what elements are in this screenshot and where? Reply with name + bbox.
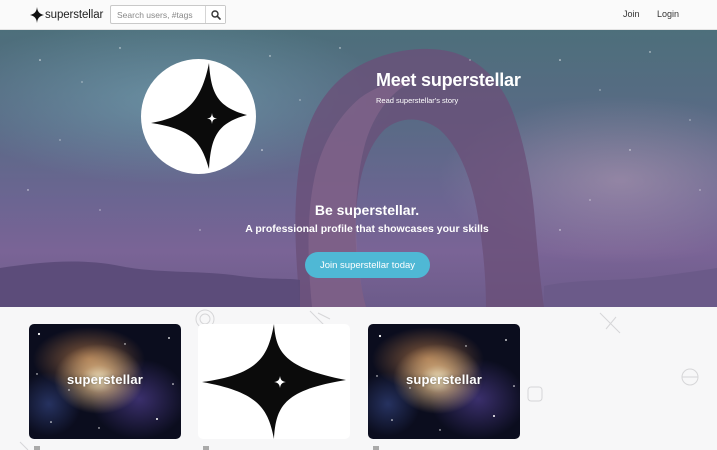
star-icon xyxy=(151,63,247,169)
card-3-footer-icon xyxy=(373,446,379,450)
star-icon xyxy=(202,324,346,439)
card-label: superstellar xyxy=(66,372,144,387)
card-label: superstellar xyxy=(405,372,483,387)
brand-name: superstellar xyxy=(45,9,104,21)
search-input[interactable] xyxy=(111,6,212,23)
meet-subtitle[interactable]: Read superstellar's story xyxy=(376,96,458,105)
card-2-footer-icon xyxy=(203,446,209,450)
login-link[interactable]: Login xyxy=(657,9,679,19)
featured-cards: superstellar superstellar xyxy=(0,307,717,450)
hero-headline: Be superstellar. xyxy=(314,202,420,218)
meet-title[interactable]: Meet superstellar xyxy=(376,70,521,91)
join-link[interactable]: Join xyxy=(623,9,640,19)
card-3[interactable]: superstellar xyxy=(368,324,520,439)
search-icon xyxy=(210,9,221,20)
star-icon xyxy=(30,7,44,23)
hero-banner: Meet superstellar Read superstellar's st… xyxy=(0,30,717,307)
card-2[interactable] xyxy=(198,324,350,439)
search-box xyxy=(110,5,226,24)
search-button[interactable] xyxy=(205,6,225,23)
card-1[interactable]: superstellar xyxy=(29,324,181,439)
brand-logo[interactable]: superstellar xyxy=(30,6,103,24)
card-1-footer-icon xyxy=(34,446,40,450)
hero-tagline: A professional profile that showcases yo… xyxy=(245,223,489,235)
hero-logo xyxy=(141,59,256,174)
join-cta-button[interactable]: Join superstellar today xyxy=(305,252,430,278)
navbar: superstellar Join Login xyxy=(0,0,717,30)
